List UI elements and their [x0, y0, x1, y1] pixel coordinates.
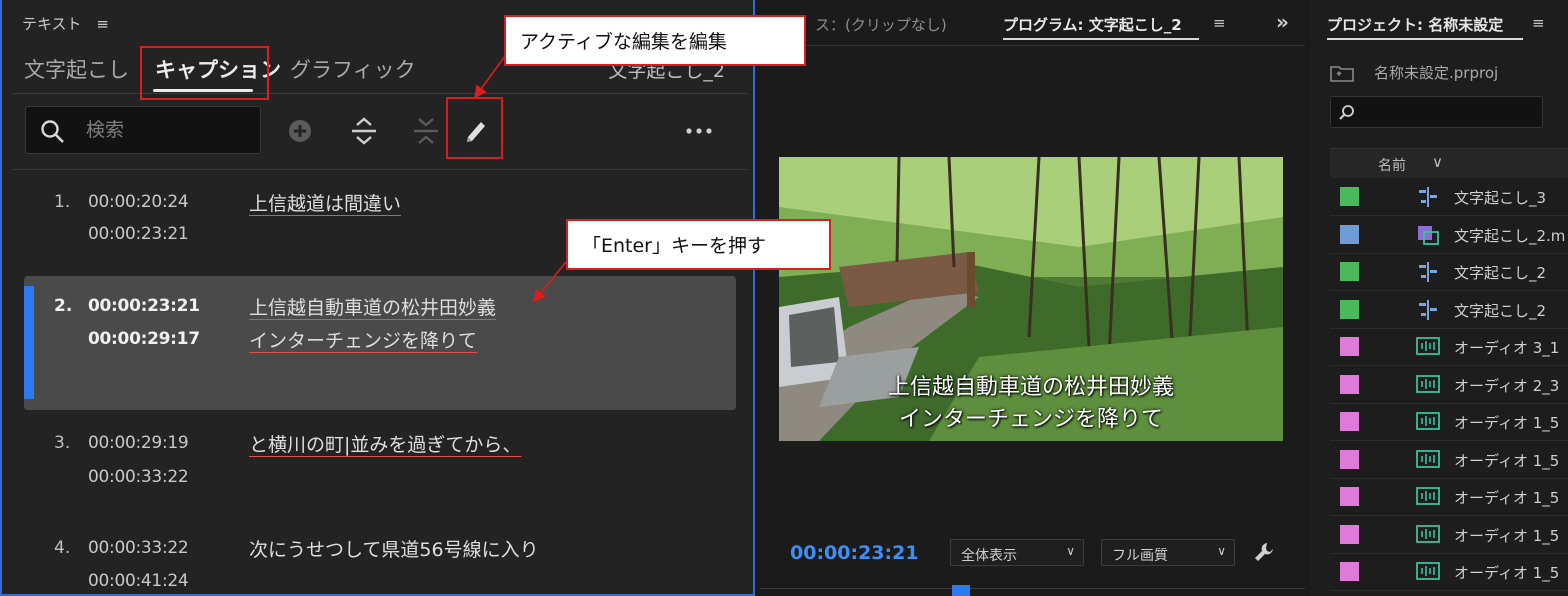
callout-arrows: [474, 55, 567, 303]
arrow-to-edit-button: [474, 55, 506, 99]
arrow-to-caption-text: [532, 261, 567, 303]
